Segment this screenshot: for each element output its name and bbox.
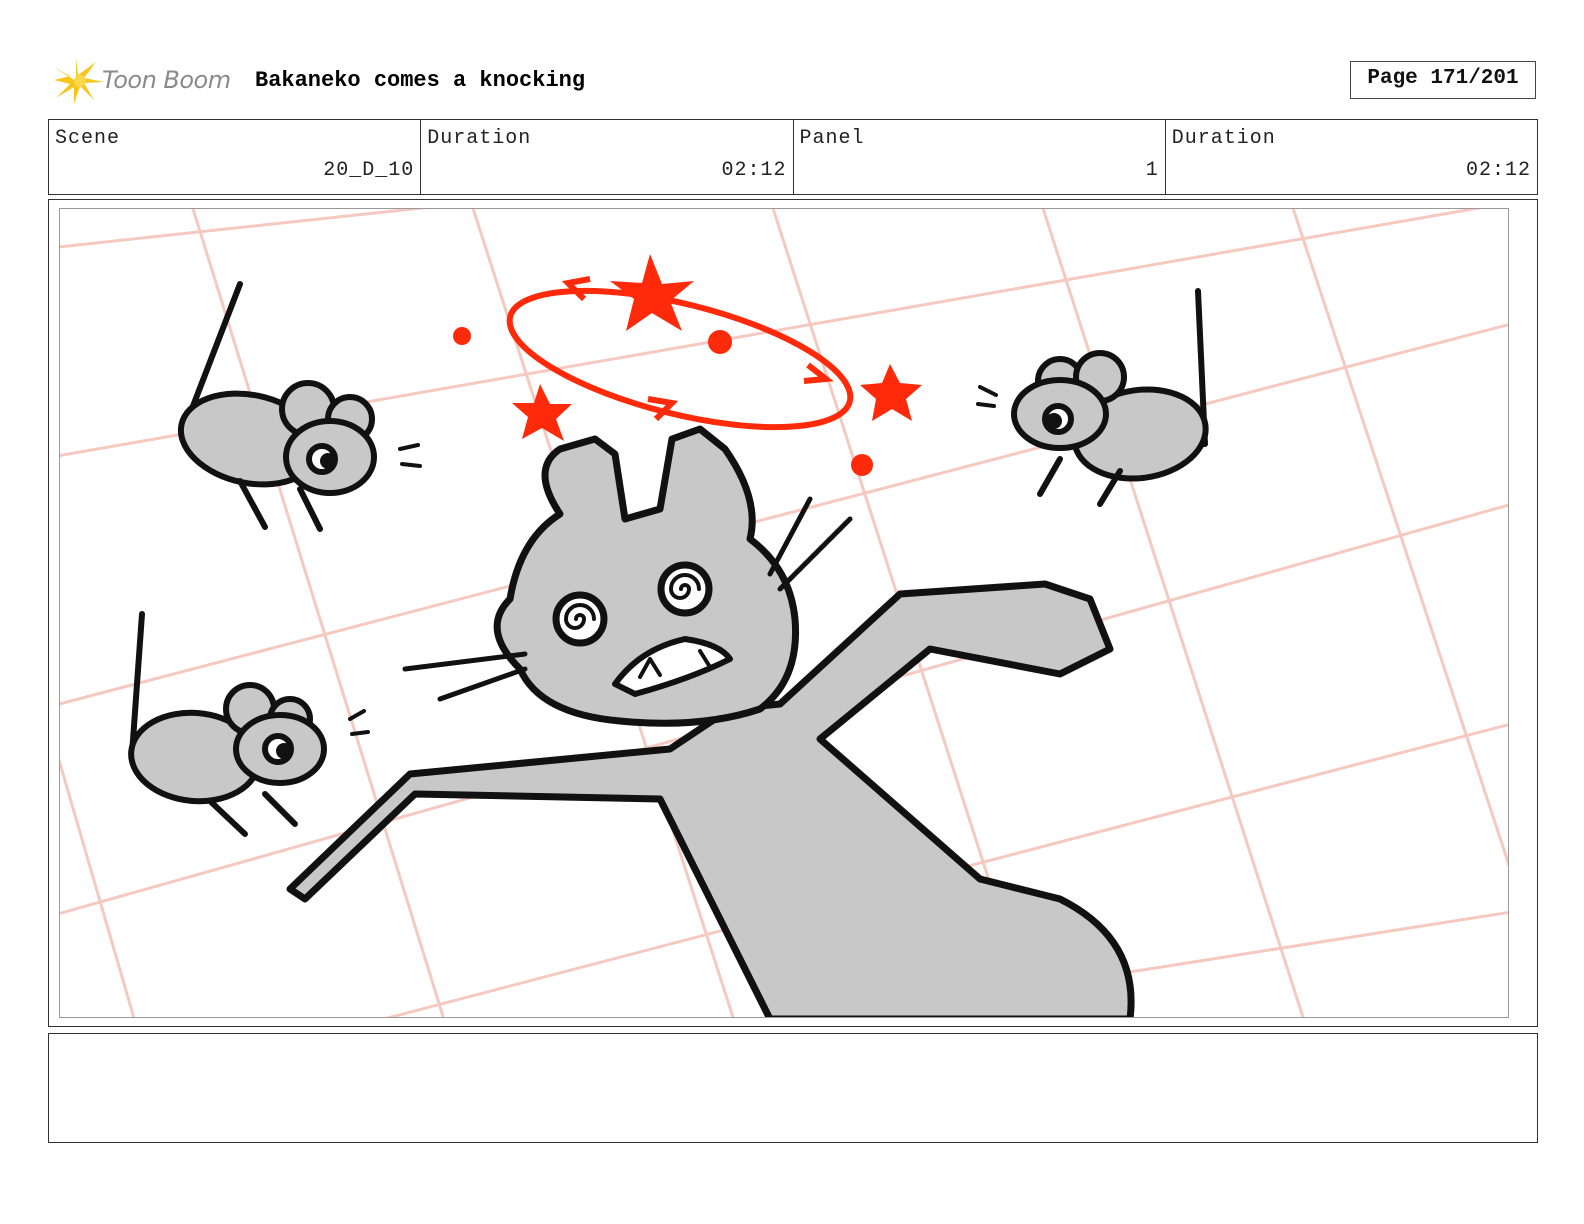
panel-value: 1 — [1145, 159, 1159, 182]
scene-value: 20_D_10 — [323, 159, 415, 182]
panel-duration-value: 02:12 — [1465, 159, 1531, 182]
page-number: Page 171/201 — [1350, 61, 1536, 99]
panel-notes-area — [48, 1033, 1538, 1143]
storyboard-panel-frame — [48, 199, 1538, 1027]
toon-boom-logo: Toon Boom — [50, 56, 240, 106]
document-title: Bakaneko comes a knocking — [255, 68, 586, 93]
scene-duration-label: Duration — [427, 127, 532, 150]
scene-duration-cell: Duration 02:12 — [421, 120, 794, 194]
scene-label: Scene — [55, 127, 121, 150]
scene-info-table: Scene 20_D_10 Duration 02:12 Panel 1 Dur… — [48, 119, 1538, 195]
panel-duration-cell: Duration 02:12 — [1166, 120, 1537, 194]
scene-cell: Scene 20_D_10 — [49, 120, 422, 194]
scene-duration-value: 02:12 — [721, 159, 787, 182]
panel-duration-label: Duration — [1171, 127, 1276, 150]
starburst-icon — [52, 58, 104, 104]
logo-text: Toon Boom — [102, 66, 231, 94]
panel-artwork — [60, 209, 1508, 1017]
panel-label: Panel — [799, 127, 865, 150]
panel-drawing-area — [59, 208, 1509, 1018]
panel-cell: Panel 1 — [794, 120, 1166, 194]
storyboard-header: Toon Boom Bakaneko comes a knocking Page… — [50, 56, 1536, 106]
mouse-top-left — [177, 281, 422, 532]
mouse-bottom-left — [128, 611, 370, 837]
mouse-right — [976, 288, 1209, 507]
